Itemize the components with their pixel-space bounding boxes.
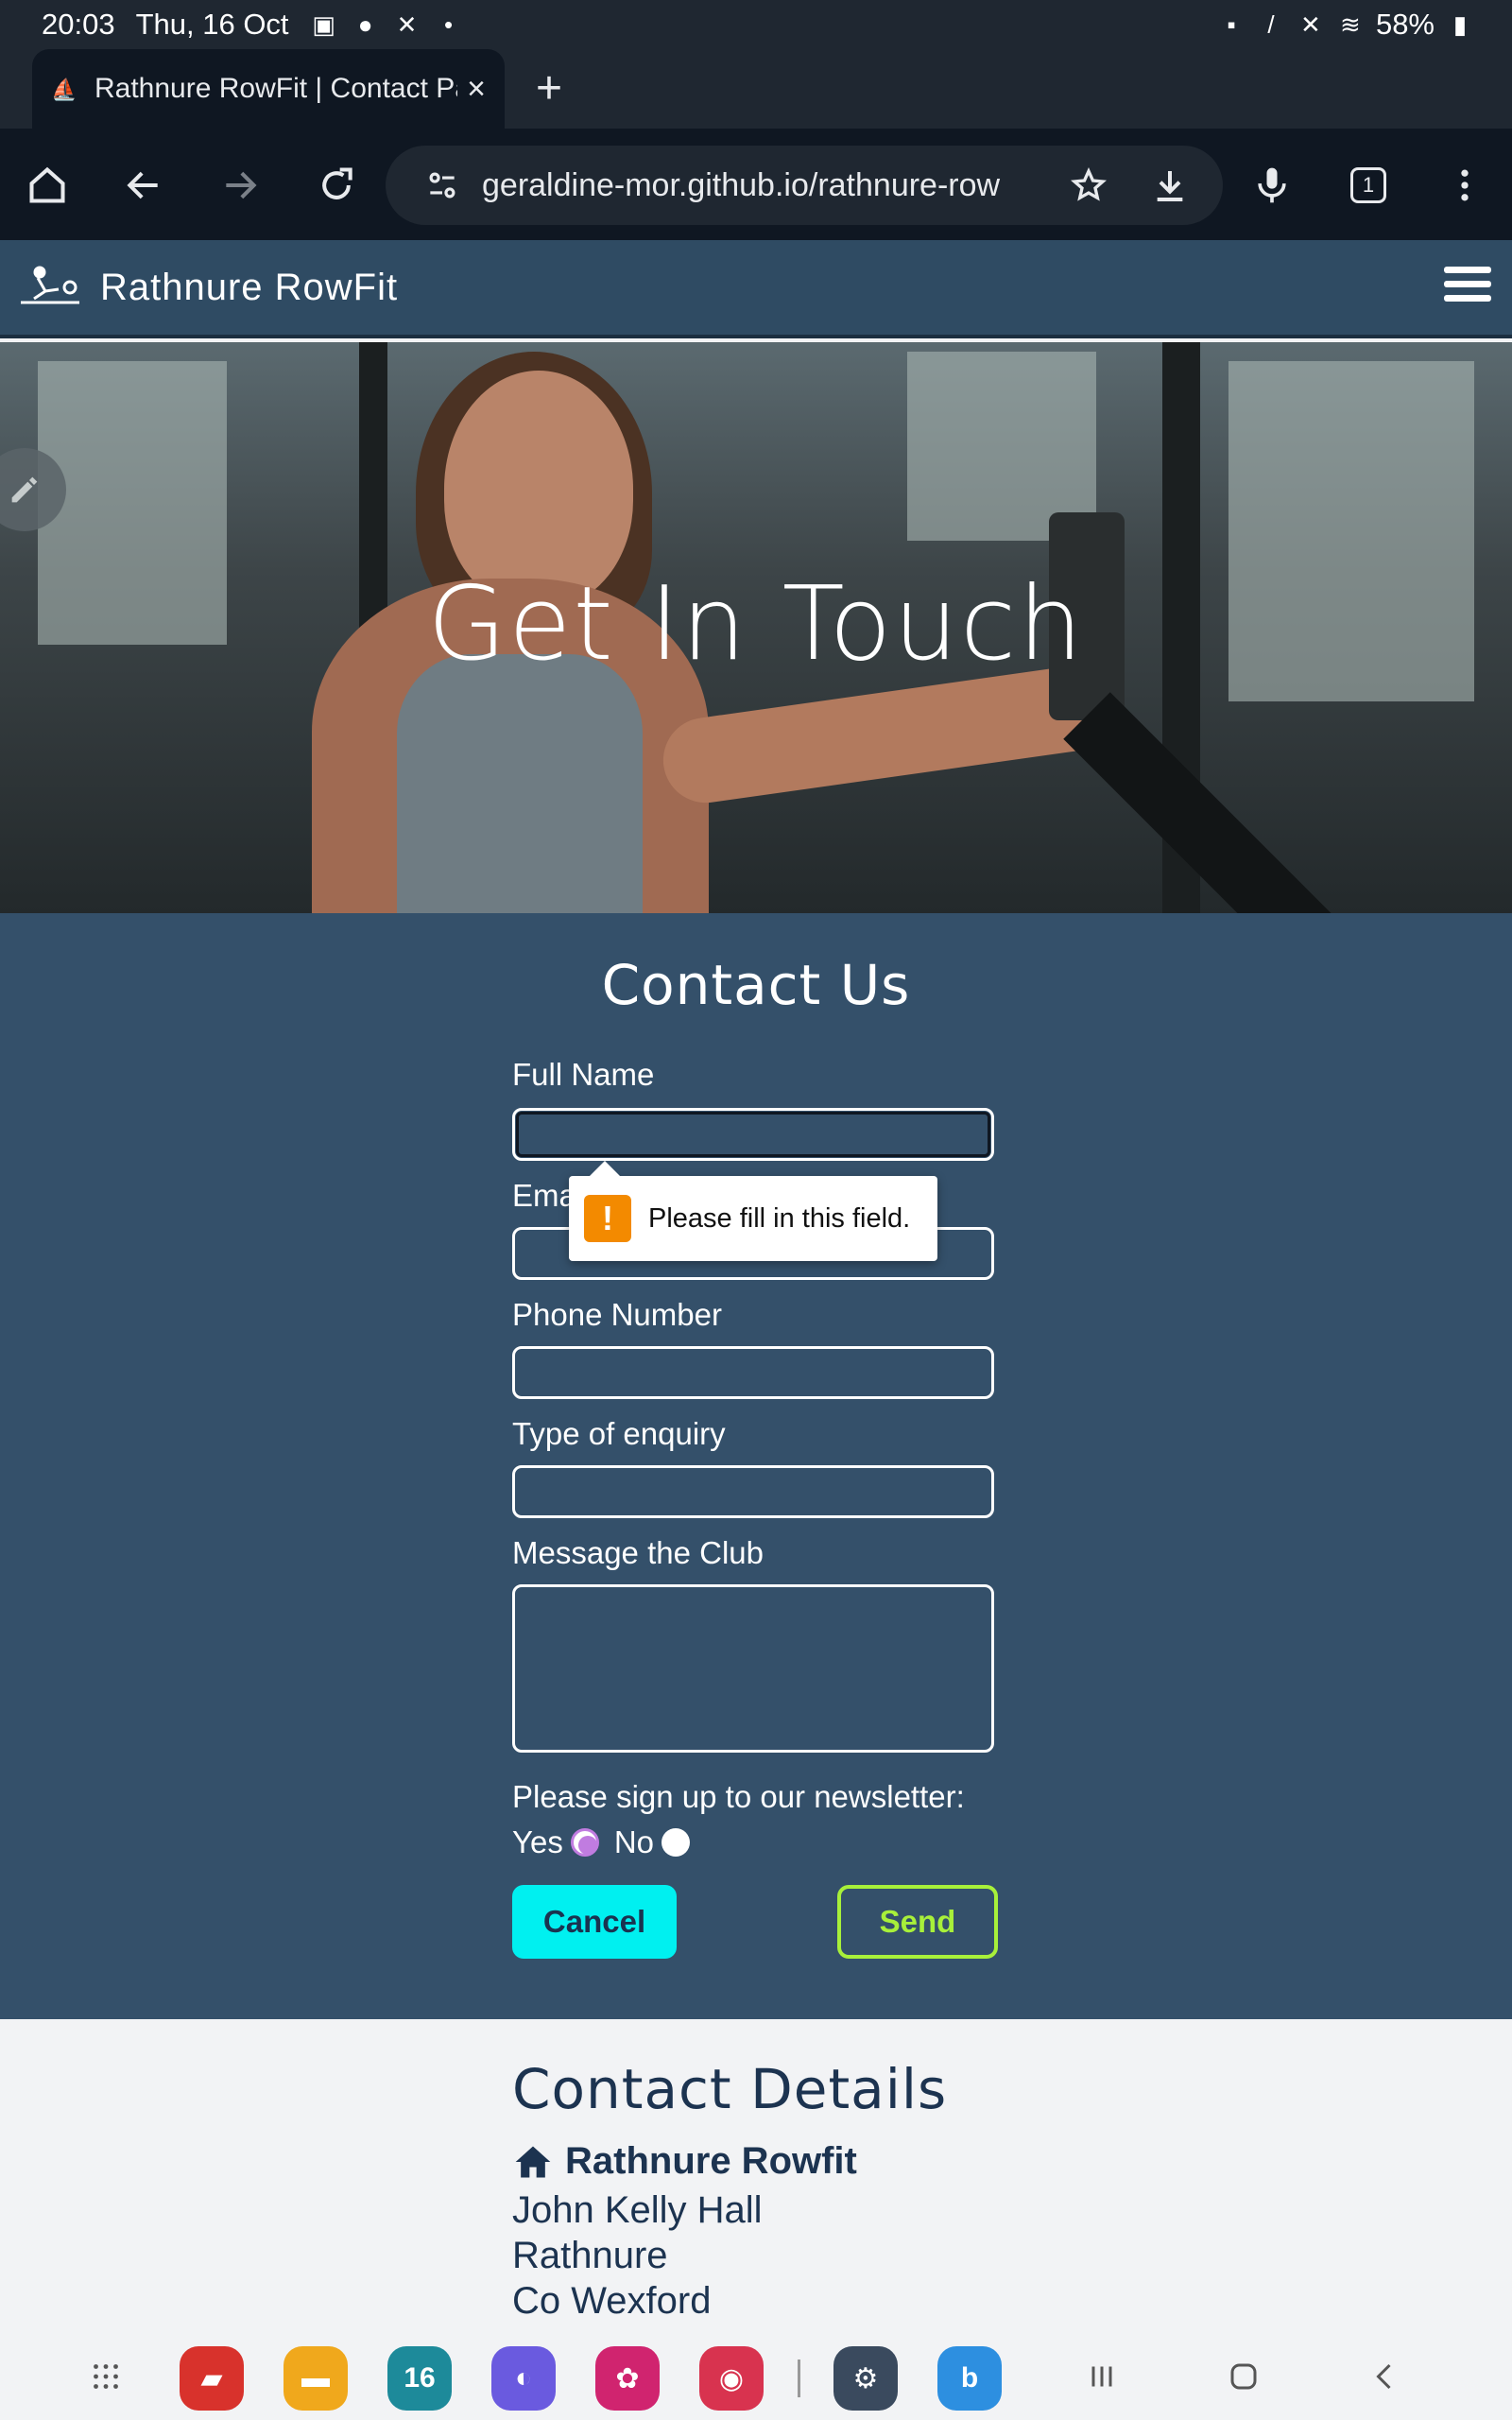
contact-details-section: Contact Details Rathnure Rowfit John Kel… [0,2019,1512,2322]
mute-icon: ✕ [1300,10,1321,39]
tab-switcher-icon[interactable]: 1 [1340,157,1397,214]
newsletter-no-label: No [613,1824,655,1859]
reload-icon[interactable] [308,157,365,214]
address-line-1: John Kelly Hall [512,2189,763,2231]
site-brand[interactable]: Rathnure RowFit [100,267,398,309]
notes-app-icon[interactable]: ▰ [180,2346,244,2411]
home-button-icon[interactable] [1215,2348,1272,2405]
browser-toolbar: geraldine-mor.github.io/rathnure-row 1 [0,129,1512,240]
full-name-input[interactable] [512,1108,994,1161]
enquiry-select[interactable] [512,1465,994,1518]
close-tab-icon[interactable]: × [467,71,486,108]
download-icon[interactable] [1142,157,1198,214]
details-name-text: Rathnure Rowfit [565,2140,857,2182]
site-navbar: Rathnure RowFit [0,240,1512,338]
gallery-notification-icon: ▣ [312,10,335,39]
tab-title: Rathnure RowFit | Contact Pa [94,73,458,104]
address-bar[interactable]: geraldine-mor.github.io/rathnure-row [386,146,1223,225]
site-settings-icon[interactable] [414,167,471,203]
url-text: geraldine-mor.github.io/rathnure-row [482,166,1001,203]
contact-heading: Contact Us [601,953,911,1017]
hero-person-top [397,654,643,913]
forward-arrow-icon[interactable] [212,157,268,214]
details-club-name: Rathnure Rowfit [512,2140,857,2183]
lock-screen-icon: ▪ [1227,10,1236,39]
full-name-label: Full Name [512,1057,655,1092]
rowing-logo-icon[interactable] [17,263,83,310]
address-line-3: Co Wexford [512,2280,712,2322]
newsletter-label: Please sign up to our newsletter: [512,1779,965,1814]
camera-app-icon[interactable]: ◉ [699,2346,764,2411]
status-date: Thu, 16 Oct [135,8,289,41]
calendar-app-icon[interactable]: 16 [387,2346,452,2411]
microphone-icon[interactable] [1244,157,1300,214]
house-icon [515,2146,551,2177]
battery-icon: ▮ [1452,10,1468,39]
warning-icon: ! [584,1195,631,1242]
new-tab-icon[interactable]: + [525,62,573,115]
internet-app-icon[interactable]: ◐ [491,2346,556,2411]
hamburger-menu-icon[interactable] [1444,267,1491,308]
message-label: Message the Club [512,1535,764,1570]
tab-strip: ⛵ Rathnure RowFit | Contact Pa × + [0,49,1512,129]
newsletter-radio-group: Yes No [512,1824,697,1860]
settings-app-icon[interactable]: ⚙ [833,2346,898,2411]
newsletter-no-radio[interactable] [662,1828,691,1857]
message-textarea[interactable] [512,1584,994,1753]
more-notifications-dot-icon: • [443,10,454,39]
tools-notification-icon: ✕ [396,10,418,39]
bing-app-icon[interactable]: b [937,2346,1002,2411]
phone-input[interactable] [512,1346,994,1399]
dock-divider [798,2360,800,2397]
files-app-icon[interactable]: ▬ [284,2346,348,2411]
enquiry-label: Type of enquiry [512,1416,726,1451]
recent-apps-icon[interactable] [1074,2348,1130,2405]
back-arrow-icon[interactable] [115,157,172,214]
app-drawer-icon[interactable] [77,2348,134,2405]
send-button[interactable]: Send [837,1885,998,1959]
bulb-notification-icon: ● [357,10,373,39]
calendar-day: 16 [404,2362,436,2394]
pen-icon: / [1267,10,1275,39]
bookmark-star-icon[interactable] [1060,157,1117,214]
more-menu-icon[interactable] [1436,157,1493,214]
rowing-machine-rail [1063,692,1458,913]
newsletter-yes-radio[interactable] [570,1828,599,1857]
details-heading: Contact Details [512,2057,948,2121]
android-dock: ▰ ▬ 16 ◐ ✿ ◉ ⚙ b [0,2318,1512,2420]
status-bar: 20:03 Thu, 16 Oct ▣ ● ✕ • ▪ / ✕ ≋ 58% ▮ [0,0,1512,49]
email-label: Ema [512,1178,576,1213]
cancel-button[interactable]: Cancel [512,1885,677,1959]
battery-percent: 58% [1375,8,1435,41]
phone-label: Phone Number [512,1297,722,1332]
hero-banner: Get In Touch [0,342,1512,913]
browser-tab[interactable]: ⛵ Rathnure RowFit | Contact Pa × [32,49,505,129]
rower-favicon-icon: ⛵ [51,78,77,101]
home-icon[interactable] [19,157,76,214]
tab-count: 1 [1350,167,1386,203]
validation-tooltip: ! Please fill in this field. [569,1161,937,1261]
status-time: 20:03 [42,8,115,41]
validation-message: Please fill in this field. [648,1202,911,1234]
contact-form-section: Contact Us Full Name Ema Phone Number Ty… [0,913,1512,2019]
wifi-icon: ≋ [1340,10,1361,39]
flower-app-icon[interactable]: ✿ [595,2346,660,2411]
hero-title: Get In Touch [427,565,1085,683]
back-button-icon[interactable] [1357,2348,1414,2405]
address-line-2: Rathnure [512,2235,668,2276]
newsletter-yes-label: Yes [512,1824,563,1859]
